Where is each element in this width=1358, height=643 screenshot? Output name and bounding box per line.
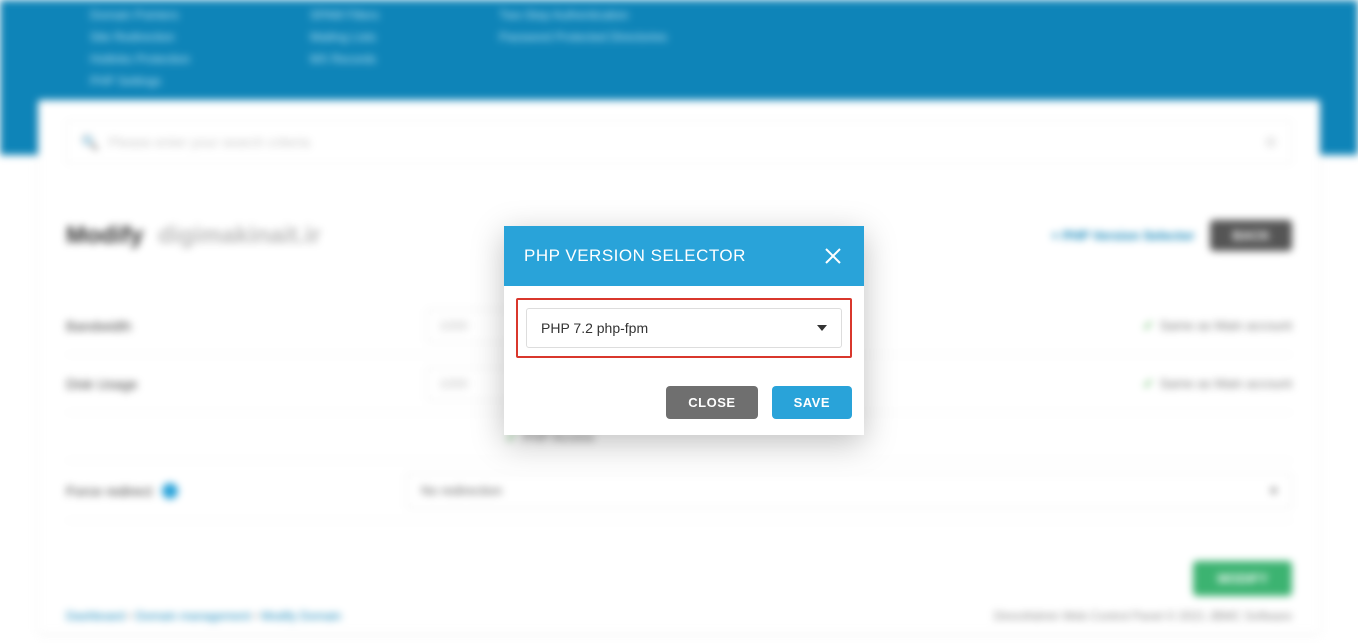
nav-link[interactable]: Two-Step Authentication (499, 4, 667, 26)
force-redirect-select[interactable]: No redirection ▾ (406, 473, 1292, 509)
force-redirect-label: Force redirect (66, 483, 406, 499)
dropdown-highlight: PHP 7.2 php-fpm (516, 298, 852, 358)
dropdown-selected-value: PHP 7.2 php-fpm (541, 320, 648, 336)
gear-icon[interactable]: ⚙ (1264, 134, 1277, 151)
save-button[interactable]: SAVE (772, 386, 852, 419)
nav-link[interactable]: MX Records (310, 48, 379, 70)
modal-title: PHP VERSION SELECTOR (524, 246, 746, 266)
page-title: Modify digimakinait.ir (66, 222, 321, 250)
back-button[interactable]: BACK (1210, 220, 1292, 251)
info-icon[interactable] (162, 483, 178, 499)
same-account-check: ✓Same as Main account (1143, 318, 1292, 334)
nav-link[interactable]: PHP Settings (90, 70, 190, 92)
php-version-selector-link[interactable]: + PHP Version Selector (1051, 228, 1194, 243)
copyright: DirectAdmin Web Control Panel © 2021 JBM… (994, 609, 1292, 623)
nav-link[interactable]: Password Protected Directories (499, 26, 667, 48)
modal-header: PHP VERSION SELECTOR (504, 226, 864, 286)
search-placeholder: Please enter your search criteria (108, 134, 310, 150)
check-icon: ✓ (1143, 376, 1154, 392)
breadcrumb-link[interactable]: Modify Domain (261, 609, 341, 623)
search-icon: 🔍 (81, 134, 98, 151)
domain-name: digimakinait.ir (158, 222, 321, 249)
chevron-down-icon (817, 325, 827, 331)
breadcrumb-link[interactable]: Dashboard (66, 609, 125, 623)
nav-link[interactable]: Site Redirection (90, 26, 190, 48)
modify-button[interactable]: MODIFY (1193, 561, 1292, 596)
breadcrumb-link[interactable]: Domain management (136, 609, 251, 623)
chevron-down-icon: ▾ (1270, 483, 1277, 499)
nav-link[interactable]: Hotlinks Protection (90, 48, 190, 70)
nav-link[interactable]: Domain Pointers (90, 4, 190, 26)
bandwidth-label: Bandwidth (66, 318, 426, 334)
disk-label: Disk Usage (66, 376, 426, 392)
footer: Dashboard • Domain management • Modify D… (66, 609, 1292, 623)
breadcrumb: Dashboard • Domain management • Modify D… (66, 609, 341, 623)
search-bar[interactable]: 🔍 Please enter your search criteria ⚙ (66, 120, 1292, 164)
top-nav: Domain Pointers Site Redirection Hotlink… (0, 0, 1358, 155)
same-account-check: ✓Same as Main account (1143, 376, 1292, 392)
nav-link[interactable]: Mailing Lists (310, 26, 379, 48)
close-icon[interactable] (822, 245, 844, 267)
php-version-dropdown[interactable]: PHP 7.2 php-fpm (526, 308, 842, 348)
close-button[interactable]: CLOSE (666, 386, 757, 419)
check-icon: ✓ (1143, 318, 1154, 334)
nav-link[interactable]: SPAM Filters (310, 4, 379, 26)
php-version-selector-modal: PHP VERSION SELECTOR PHP 7.2 php-fpm CLO… (504, 226, 864, 435)
